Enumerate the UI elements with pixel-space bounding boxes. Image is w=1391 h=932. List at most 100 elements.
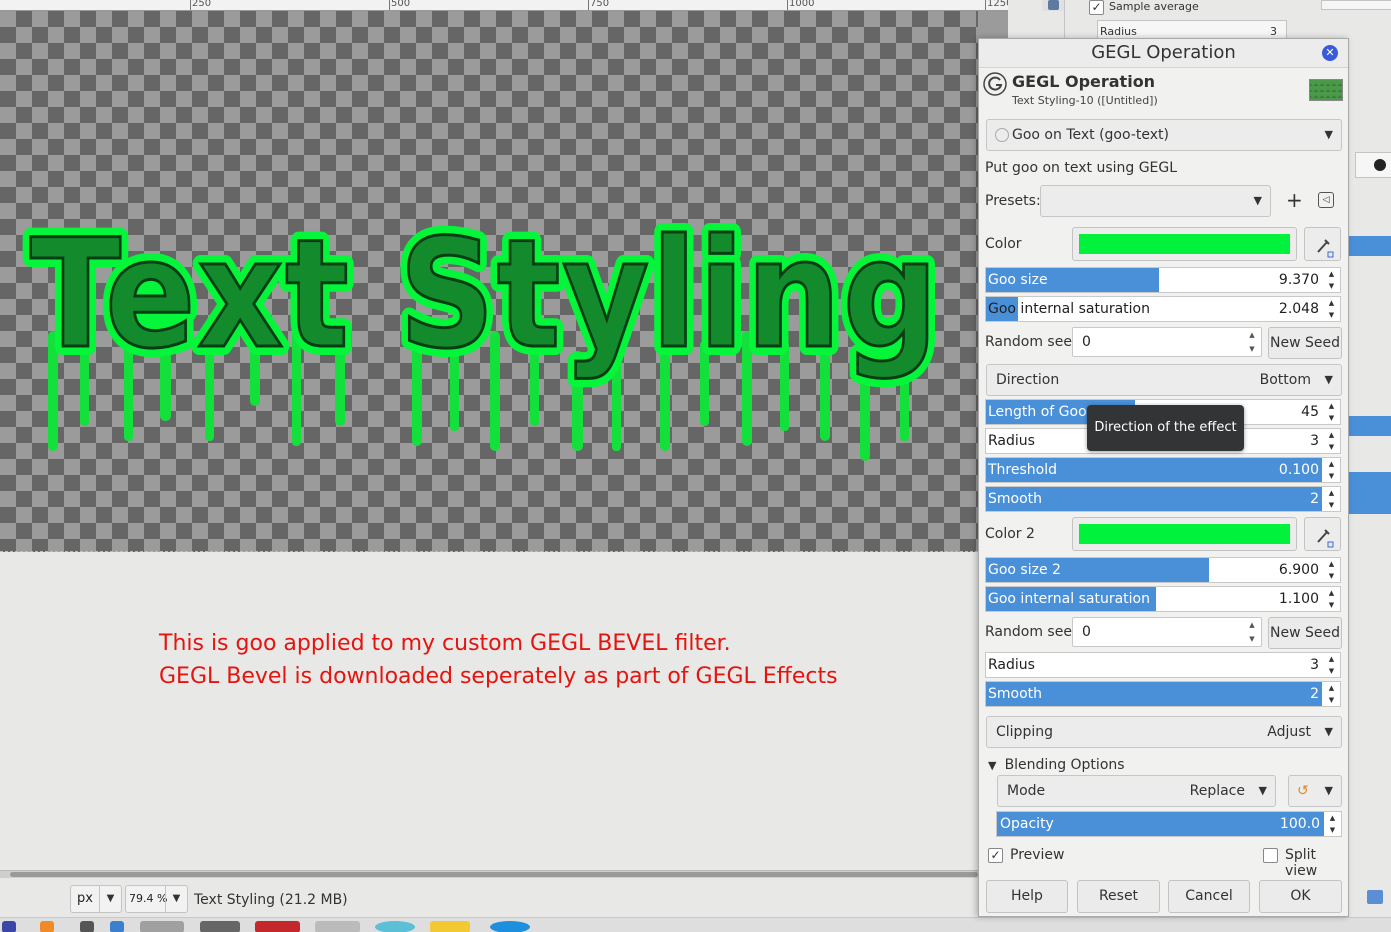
split-view-label: Split view bbox=[1285, 847, 1318, 879]
manage-presets-icon[interactable]: ◁ bbox=[1318, 192, 1334, 208]
spin-arrows-icon[interactable]: ▲ ▼ bbox=[1245, 328, 1259, 356]
slider-label: Smooth bbox=[988, 686, 1043, 702]
spin-arrows-icon[interactable]: ▲ ▼ bbox=[1323, 268, 1340, 292]
new-layer-icon[interactable] bbox=[1367, 890, 1383, 904]
new-seed2-button[interactable]: New Seed bbox=[1268, 617, 1342, 649]
clipping-select[interactable]: Clipping Adjust ▼ bbox=[986, 716, 1342, 748]
color-button[interactable] bbox=[1072, 227, 1297, 261]
navigate-button[interactable] bbox=[1042, 0, 1064, 11]
color-label: Color bbox=[985, 236, 1022, 252]
split-view-checkbox[interactable] bbox=[1263, 848, 1278, 863]
gegl-logo-icon bbox=[983, 72, 1007, 96]
scrollbar-thumb[interactable] bbox=[10, 872, 978, 877]
spin-arrows-icon[interactable]: ▲ ▼ bbox=[1245, 618, 1259, 646]
chevron-down-icon: ▼ bbox=[99, 886, 121, 912]
spin-arrows-icon[interactable]: ▲ ▼ bbox=[1323, 587, 1340, 611]
caption-line-2: GEGL Bevel is downloaded seperately as p… bbox=[159, 664, 838, 689]
spin-arrows-icon[interactable]: ▲ ▼ bbox=[1323, 487, 1340, 511]
random-seed2-label: Random seed bbox=[985, 624, 1081, 640]
spin-arrows-icon[interactable]: ▲ ▼ bbox=[1323, 558, 1340, 582]
goo-saturation-slider[interactable]: Goo internal saturation 2.048 ▲ ▼ bbox=[985, 296, 1341, 322]
composite-mode-select[interactable]: ↺ ▼ bbox=[1288, 775, 1342, 807]
chevron-down-icon: ▼ bbox=[1258, 784, 1267, 797]
caption-line-1: This is goo applied to my custom GEGL BE… bbox=[159, 631, 731, 656]
add-preset-icon[interactable]: + bbox=[1286, 188, 1303, 212]
slider-value: 45 bbox=[1301, 404, 1319, 420]
selected-row[interactable] bbox=[1349, 236, 1391, 256]
spin-arrows-icon[interactable]: ▲ ▼ bbox=[1323, 429, 1340, 453]
color2-button[interactable] bbox=[1072, 517, 1297, 551]
goo-saturation2-slider[interactable]: Goo internal saturation 1.100 ▲ ▼ bbox=[985, 586, 1341, 612]
color-picker-button[interactable] bbox=[1304, 227, 1341, 261]
app-icon[interactable] bbox=[2, 921, 16, 932]
mode-select[interactable]: Mode Replace ▼ bbox=[997, 775, 1276, 807]
zoom-select[interactable]: 79.4 % ▼ bbox=[125, 885, 188, 913]
brush-preview[interactable] bbox=[1355, 152, 1391, 178]
horizontal-ruler[interactable]: 250 500 750 1000 1250 bbox=[0, 0, 1008, 11]
radius-field[interactable]: Radius 3 bbox=[1097, 20, 1287, 40]
dialog-title: GEGL Operation bbox=[1091, 42, 1236, 63]
reset-mode-icon: ↺ bbox=[1297, 783, 1309, 799]
slider-value: 0.100 bbox=[1278, 462, 1319, 478]
app-icon[interactable] bbox=[140, 921, 184, 932]
new-seed-button[interactable]: New Seed bbox=[1268, 327, 1342, 359]
app-icon[interactable] bbox=[255, 921, 300, 932]
spin-arrows-icon[interactable]: ▲ ▼ bbox=[1323, 682, 1340, 706]
random-seed2-field[interactable]: 0 ▲ ▼ bbox=[1072, 617, 1262, 647]
ok-button[interactable]: OK bbox=[1259, 880, 1342, 913]
reset-button[interactable]: Reset bbox=[1077, 880, 1160, 913]
operation-select[interactable]: Goo on Text (goo-text) ▼ bbox=[986, 119, 1342, 151]
ruler-label: 1000 bbox=[789, 0, 815, 9]
tooltip: Direction of the effect bbox=[1087, 405, 1244, 451]
color2-picker-button[interactable] bbox=[1304, 517, 1341, 551]
app-icon[interactable] bbox=[110, 921, 124, 932]
preview-checkbox[interactable]: ✓ bbox=[988, 848, 1003, 863]
spin-arrows-icon[interactable]: ▲ ▼ bbox=[1323, 400, 1340, 424]
spin-arrows-icon[interactable]: ▲ ▼ bbox=[1324, 812, 1341, 836]
slider-label: Radius bbox=[988, 433, 1035, 449]
radius-value: 3 bbox=[1270, 25, 1277, 38]
app-icon[interactable] bbox=[430, 921, 470, 932]
preview-label: Preview bbox=[1010, 847, 1065, 863]
dock-tab[interactable] bbox=[1321, 0, 1391, 10]
spin-arrows-icon[interactable]: ▲ ▼ bbox=[1323, 458, 1340, 482]
blending-options-expander[interactable]: ▼ Blending Options bbox=[988, 754, 1125, 773]
sample-average-checkbox[interactable]: ✓ bbox=[1089, 0, 1104, 15]
slider-value: 2 bbox=[1310, 491, 1319, 507]
random-seed-label: Random seed bbox=[985, 334, 1081, 350]
unit-select[interactable]: px ▼ bbox=[70, 885, 122, 913]
cancel-button[interactable]: Cancel bbox=[1168, 880, 1250, 913]
radius2-slider[interactable]: Radius 3 ▲ ▼ bbox=[985, 652, 1341, 678]
app-icon[interactable] bbox=[375, 921, 415, 932]
dialog-titlebar[interactable]: GEGL Operation ✕ bbox=[979, 39, 1348, 68]
spin-arrows-icon[interactable]: ▲ ▼ bbox=[1323, 653, 1340, 677]
app-icon[interactable] bbox=[80, 921, 94, 932]
ruler-tick bbox=[588, 0, 589, 10]
image-canvas[interactable]: Text Styling Text Styling bbox=[0, 11, 978, 552]
goo-size2-slider[interactable]: Goo size 2 6.900 ▲ ▼ bbox=[985, 557, 1341, 583]
threshold-slider[interactable]: Threshold 0.100 ▲ ▼ bbox=[985, 457, 1341, 483]
slider-value: 100.0 bbox=[1279, 816, 1320, 832]
goo-text-artwork: Text Styling Text Styling bbox=[21, 199, 947, 461]
random-seed-field[interactable]: 0 ▲ ▼ bbox=[1072, 327, 1262, 357]
opacity-slider[interactable]: Opacity 100.0 ▲ ▼ bbox=[996, 811, 1342, 837]
presets-select[interactable]: ▼ bbox=[1040, 185, 1271, 217]
app-icon[interactable] bbox=[200, 921, 240, 932]
direction-select[interactable]: Direction Bottom ▼ bbox=[986, 364, 1342, 396]
zoom-value: 79.4 % bbox=[129, 892, 168, 905]
smooth2-slider[interactable]: Smooth 2 ▲ ▼ bbox=[985, 681, 1341, 707]
slider-label: Opacity bbox=[1000, 816, 1054, 832]
close-icon[interactable]: ✕ bbox=[1322, 45, 1338, 61]
app-icon[interactable] bbox=[40, 921, 54, 932]
horizontal-scrollbar[interactable] bbox=[0, 870, 978, 878]
help-button[interactable]: Help bbox=[986, 880, 1068, 913]
selected-row[interactable] bbox=[1349, 416, 1391, 436]
goo-size-slider[interactable]: Goo size 9.370 ▲ ▼ bbox=[985, 267, 1341, 293]
app-icon[interactable] bbox=[490, 921, 530, 932]
app-icon[interactable] bbox=[315, 921, 360, 932]
unit-value: px bbox=[77, 891, 93, 906]
selected-layer[interactable] bbox=[1349, 472, 1391, 514]
spin-arrows-icon[interactable]: ▲ ▼ bbox=[1323, 297, 1340, 321]
slider-label: Smooth bbox=[988, 491, 1043, 507]
smooth-slider[interactable]: Smooth 2 ▲ ▼ bbox=[985, 486, 1341, 512]
